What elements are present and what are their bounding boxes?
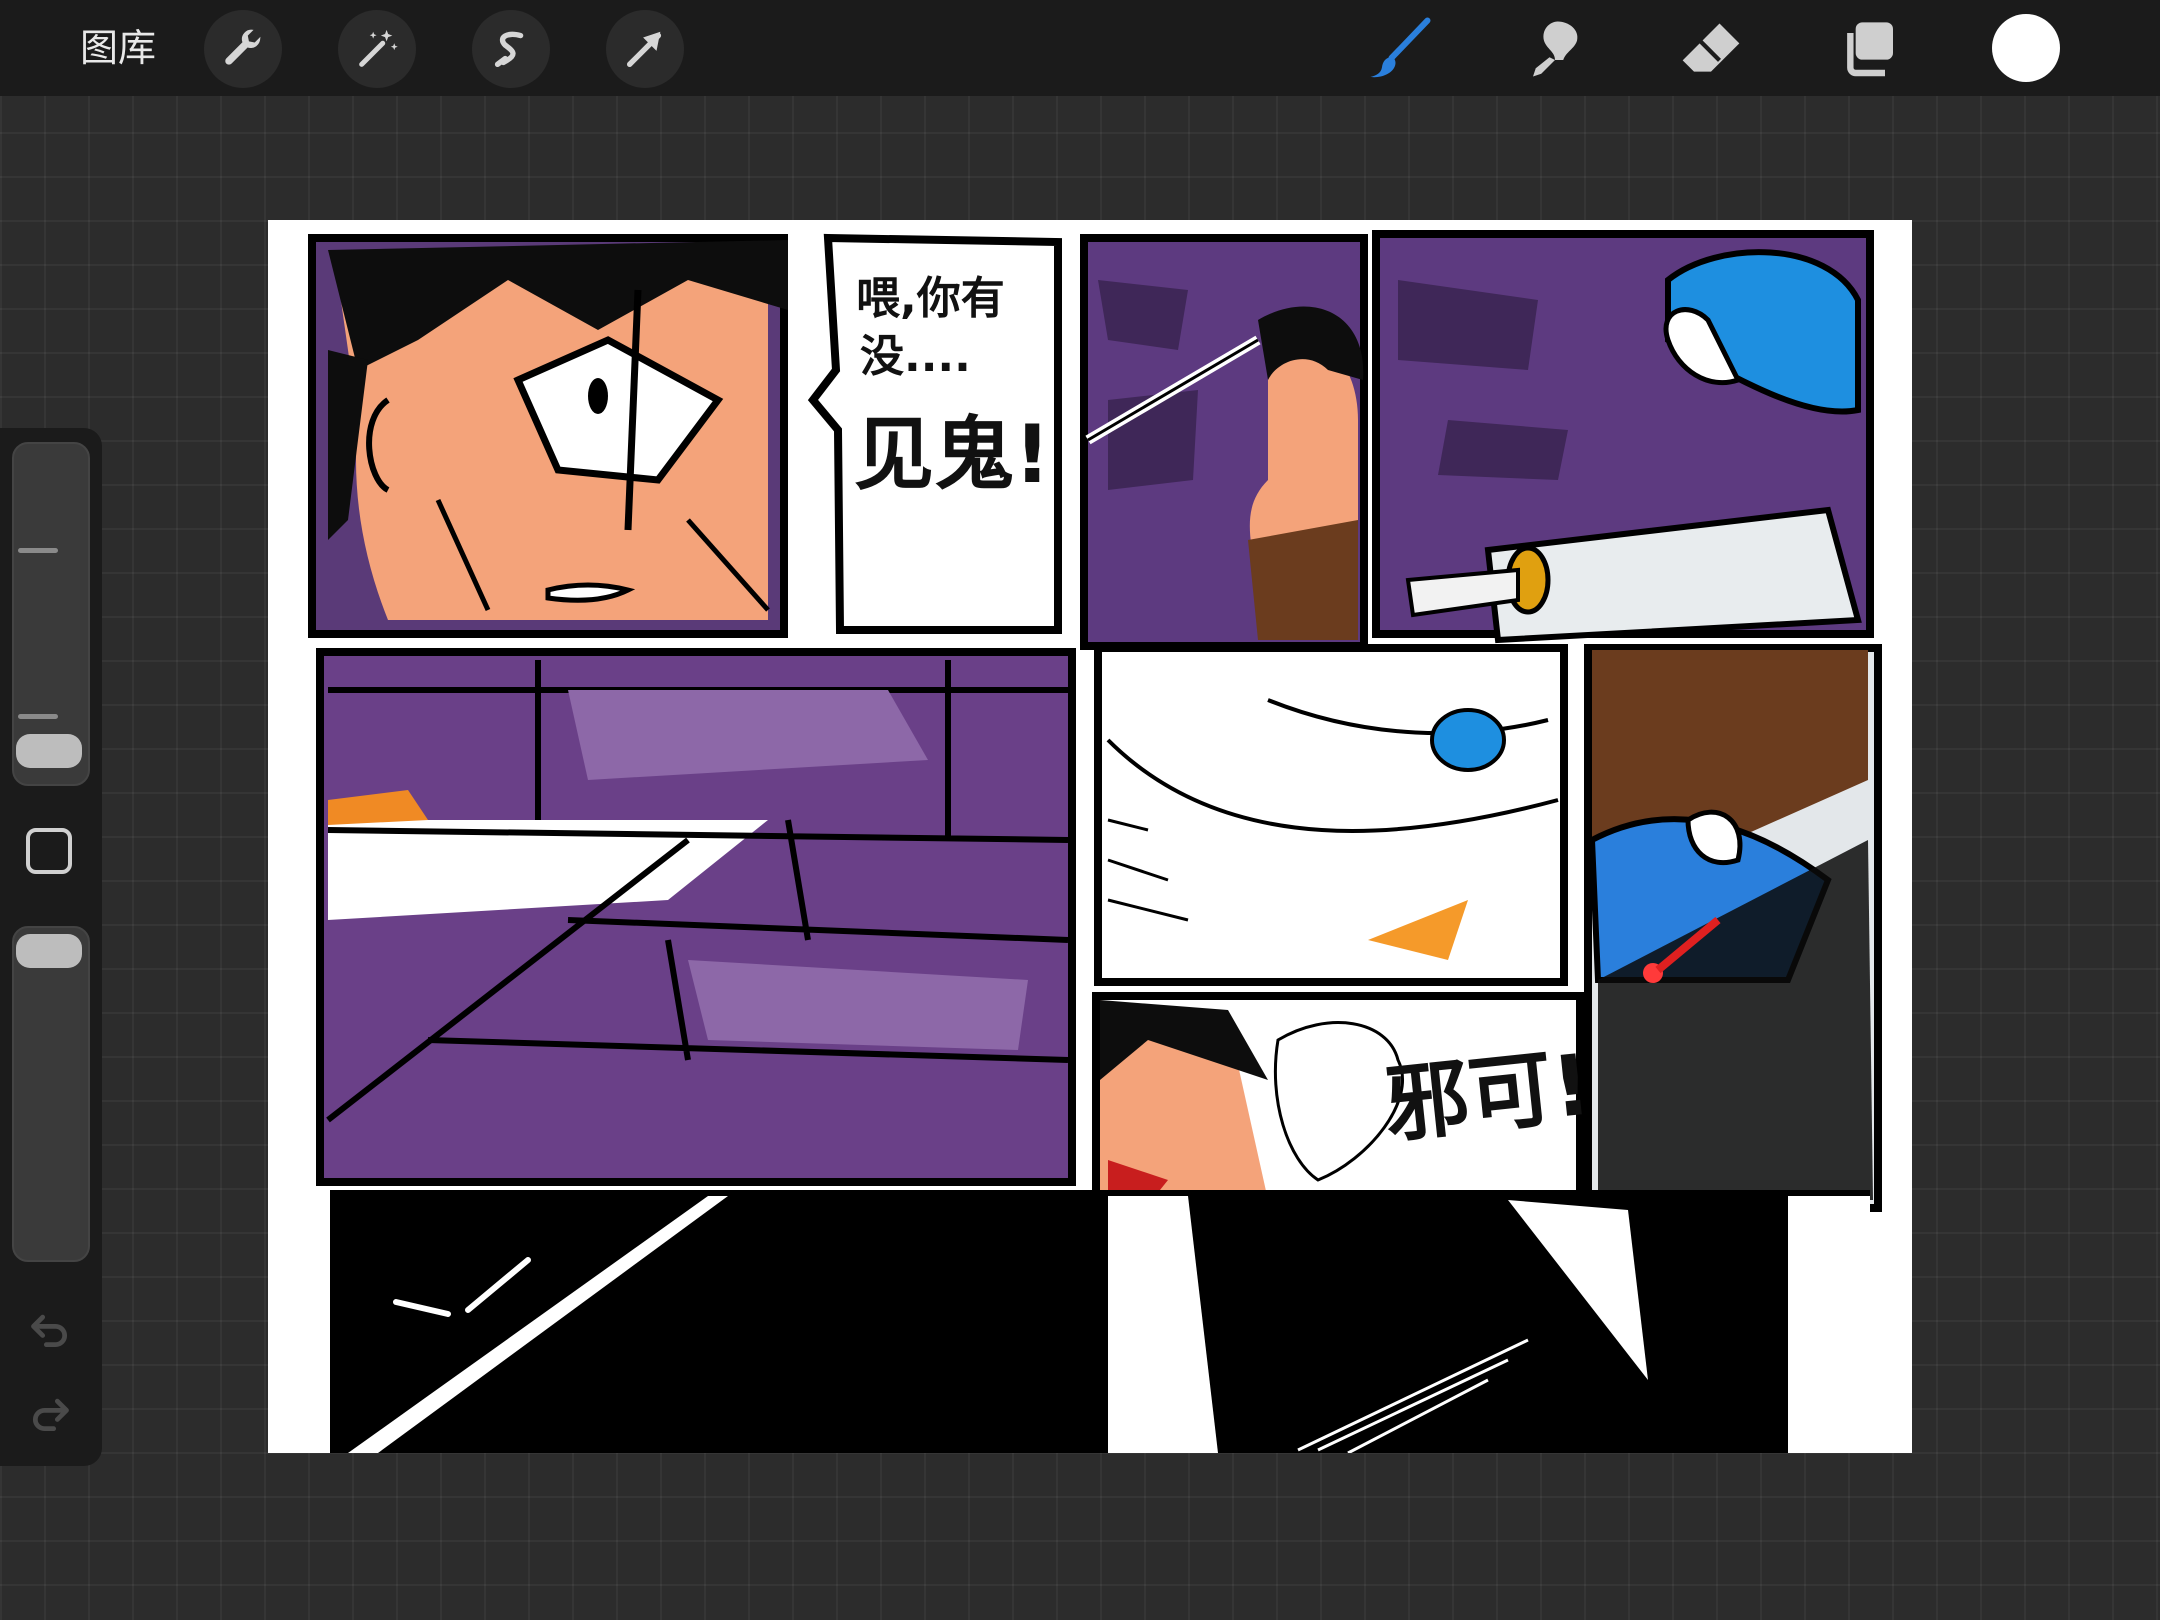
transform-button[interactable] bbox=[606, 10, 684, 88]
wrench-icon bbox=[225, 29, 261, 65]
bubble-line-2: 没.... bbox=[860, 331, 971, 382]
panel-sword-swing bbox=[1094, 644, 1568, 986]
panel-ghost-sword bbox=[1372, 230, 1874, 644]
layers-icon bbox=[1847, 22, 1893, 77]
drawing-canvas[interactable]: 喂,你有 没.... 见鬼! 邪可! bbox=[268, 220, 1912, 1453]
layers-button[interactable] bbox=[1830, 10, 1908, 88]
size-tick-top bbox=[18, 548, 58, 553]
gallery-button[interactable]: 图库 bbox=[80, 24, 156, 72]
color-swatch[interactable] bbox=[1992, 14, 2060, 82]
panel-face-closeup bbox=[308, 234, 788, 638]
size-tick-bottom bbox=[18, 714, 58, 719]
panel-brick-wall bbox=[316, 648, 1076, 1186]
eraser-button[interactable] bbox=[1672, 10, 1750, 88]
actions-button[interactable] bbox=[204, 10, 282, 88]
panel-ghost-attack bbox=[1584, 644, 1882, 1212]
modify-button[interactable] bbox=[26, 828, 72, 874]
undo-icon bbox=[31, 1314, 68, 1348]
shout-sfx: 邪可! bbox=[1380, 1035, 1596, 1155]
bubble-line-1: 喂,你有 bbox=[856, 273, 1005, 324]
redo-button[interactable] bbox=[26, 1390, 74, 1438]
eraser-icon bbox=[1682, 23, 1740, 72]
adjustments-button[interactable] bbox=[338, 10, 416, 88]
selection-s-icon bbox=[494, 31, 524, 68]
undo-button[interactable] bbox=[26, 1306, 74, 1354]
brush-icon bbox=[1370, 17, 1431, 78]
procreate-app: 图库 喂,你有 没.... 见鬼! 邪可! bbox=[0, 0, 2160, 1620]
panel-character-turning bbox=[1080, 234, 1368, 650]
comic-artwork bbox=[308, 230, 1882, 1453]
move-arrow-icon bbox=[626, 31, 662, 68]
smudge-button[interactable] bbox=[1516, 10, 1594, 88]
redo-icon bbox=[32, 1398, 69, 1432]
magic-wand-icon bbox=[359, 29, 398, 67]
smudge-icon bbox=[1533, 21, 1578, 77]
left-sidebar bbox=[0, 428, 102, 1466]
brush-size-thumb[interactable] bbox=[16, 734, 82, 768]
panel-bottom-action bbox=[330, 1190, 1870, 1453]
bubble-line-3: 见鬼! bbox=[854, 408, 1051, 501]
brush-button[interactable] bbox=[1360, 10, 1438, 88]
brush-opacity-thumb[interactable] bbox=[16, 934, 82, 968]
brush-opacity-slider[interactable] bbox=[12, 926, 90, 1262]
top-toolbar: 图库 bbox=[0, 0, 2160, 96]
selection-button[interactable] bbox=[472, 10, 550, 88]
